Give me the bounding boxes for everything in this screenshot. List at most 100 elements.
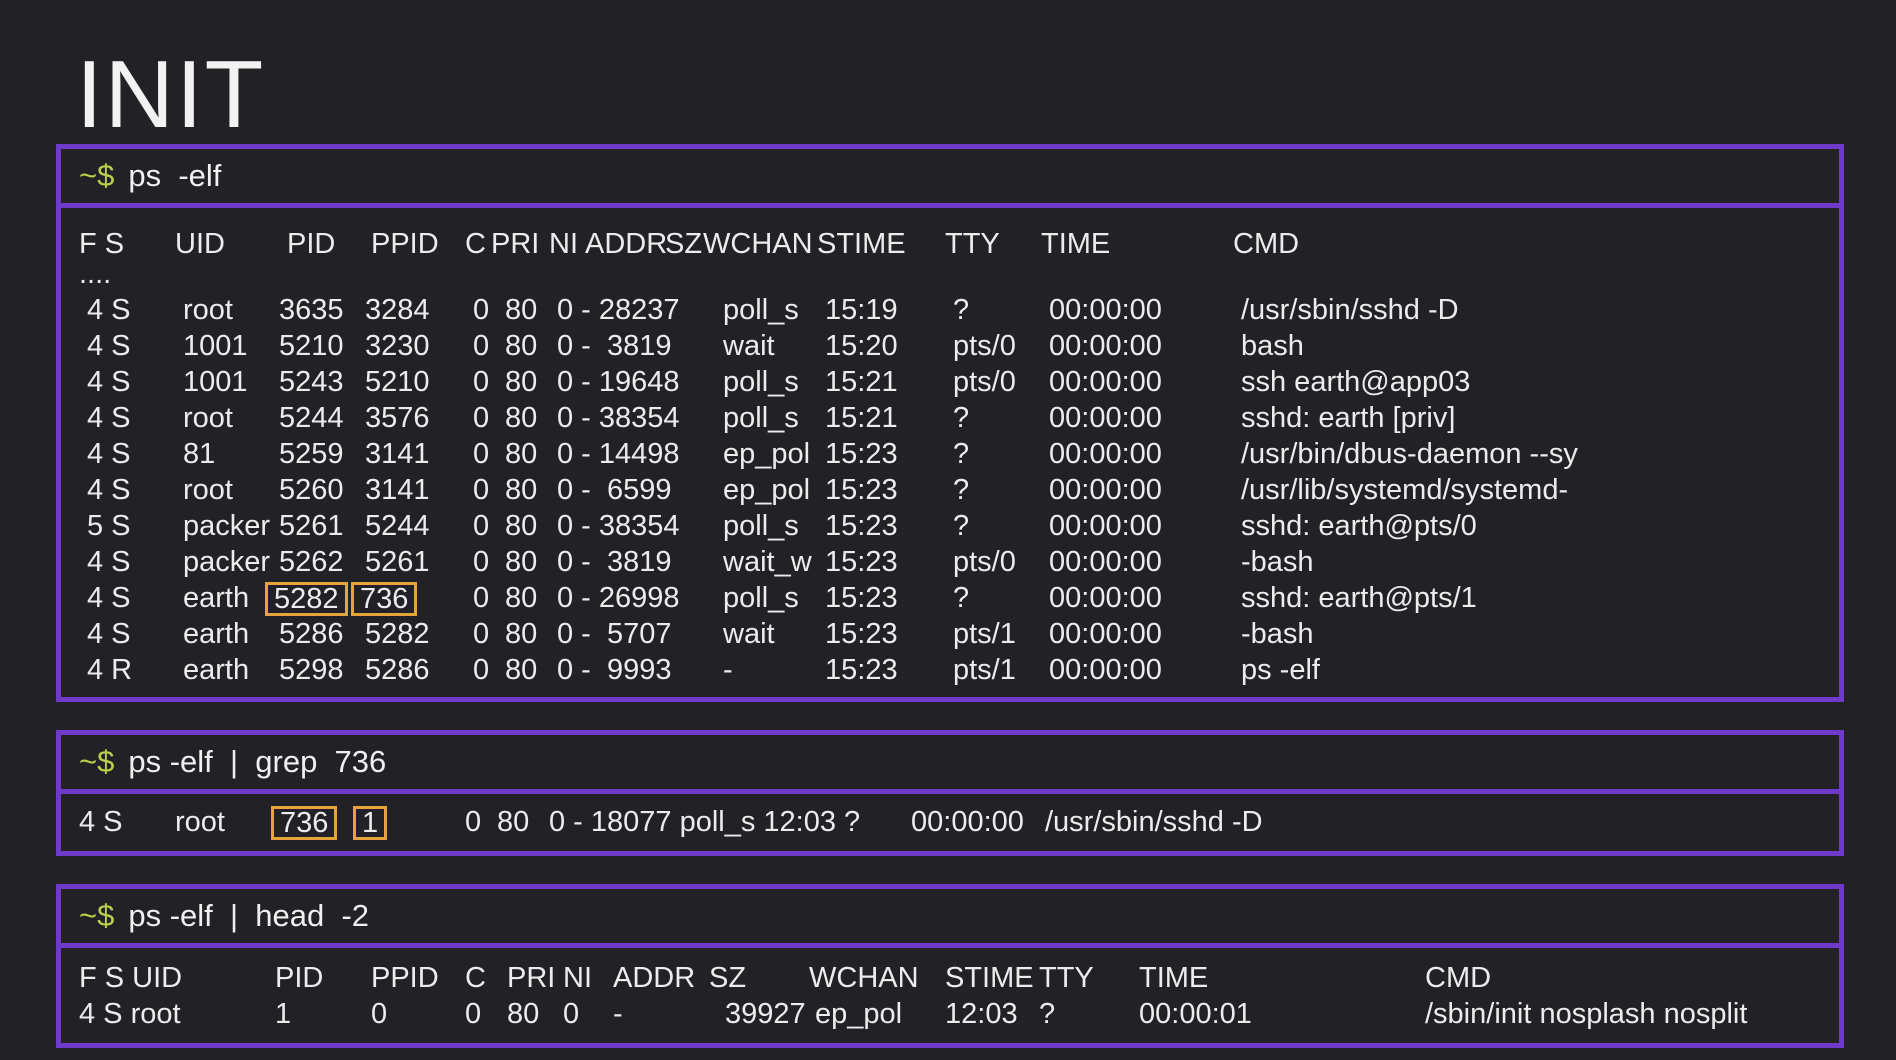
cell-cmd: /usr/sbin/sshd -D (1045, 806, 1263, 838)
table-row: 4 S 1001 5210 3230 0 80 0 - 3819 wait 15:20 pts/0… (61, 328, 1839, 364)
highlighted-ppid: 1 (353, 806, 388, 840)
cell-cmd: bash (1241, 330, 1304, 362)
cell-wchan: ep_pol (723, 474, 811, 506)
cell-time: 00:00:00 (1049, 402, 1162, 434)
cell-cmd: ps -elf (1241, 654, 1320, 686)
cell-ppid: 5244 (365, 510, 430, 542)
cell-wchan: poll_s (723, 582, 799, 614)
cell-wchan: ep_pol (723, 438, 811, 470)
cell-pri: 80 (505, 582, 538, 614)
cell-fs: 4 S (87, 618, 131, 650)
highlighted-pid: 5282 (265, 582, 348, 616)
cell-time: 00:00:00 (1049, 654, 1162, 686)
header-tty: TTY (1039, 962, 1094, 994)
cell-pri: 80 (505, 402, 538, 434)
header-pri: PRI (507, 962, 556, 994)
cell-tty: pts/0 (953, 546, 1016, 578)
cell-time: 00:00:00 (1049, 438, 1162, 470)
cell-c: 0 (465, 998, 482, 1030)
cell-cmd: /usr/sbin/sshd -D (1241, 294, 1459, 326)
table-row: 4 S root 3635 3284 0 80 0 - 28237 poll_s 15:19? 0… (61, 292, 1839, 328)
cell-uid: earth (183, 618, 250, 650)
header-time: TIME (1139, 962, 1209, 994)
cell-tty: ? (953, 510, 970, 542)
cell-uid: 81 (183, 438, 216, 470)
cell-pid: 5259 (279, 438, 344, 470)
table-row: 4 S root 5260 3141 0 80 0 - 6599 ep_pol 15:23? 00… (61, 472, 1839, 508)
cell-time: 00:00:00 (1049, 330, 1162, 362)
command-bar: ~$ ps -elf (56, 144, 1844, 208)
cell-time: 00:00:00 (1049, 618, 1162, 650)
command-output: 4 S root 736 1 0 80 0 - 18077 poll_s 12:… (56, 794, 1844, 856)
grep-panel: ~$ ps -elf | grep 736 4 S root 736 1 0 8… (56, 730, 1844, 856)
cell-ni-addr-sz: 0 - 5707 (557, 618, 672, 650)
header-addr: ADDR (613, 962, 696, 994)
cell-wchan: wait (723, 618, 775, 650)
cell-pri: 80 (505, 366, 538, 398)
cell-ppid: 3284 (365, 294, 430, 326)
cell-wchan: poll_s (723, 402, 799, 434)
cell-fs: 4 S (87, 294, 131, 326)
ellipsis-row: .... (61, 256, 1839, 292)
cell-c: 0 (473, 330, 490, 362)
cell-pri: 80 (505, 474, 538, 506)
header-fs-uid: F S UID (79, 962, 183, 994)
cell-time: 00:00:00 (1049, 294, 1162, 326)
table-row: 4 S earth 5286 5282 0 80 0 - 5707 wait 15:23 pts/… (61, 616, 1839, 652)
cell-ni-addr-sz: 0 - 38354 (557, 402, 680, 434)
head-panel: ~$ ps -elf | head -2 F S UID PID PPID C … (56, 884, 1844, 1048)
cell-c: 0 (473, 402, 490, 434)
cell-time: 00:00:00 (1049, 366, 1162, 398)
cell-ppid: 3576 (365, 402, 430, 434)
prompt: ~$ (79, 744, 115, 779)
cell-pri: 80 (505, 438, 538, 470)
command-text: ps -elf | grep 736 (128, 744, 387, 779)
ellipsis: .... (79, 258, 112, 290)
cell-fs: 4 S (87, 438, 131, 470)
cell-stime: 15:23 (825, 654, 898, 686)
cell-pid: 1 (275, 998, 292, 1030)
cell-wchan: poll_s (723, 510, 799, 542)
cell-ni-addr-sz: 0 - 3819 (557, 330, 672, 362)
cell-uid: root (175, 806, 225, 838)
cell-tty: ? (953, 438, 970, 470)
cell-ppid: 5210 (365, 366, 430, 398)
cell-c: 0 (473, 546, 490, 578)
cell-wchan: poll_s (723, 366, 799, 398)
cell-uid: packer (183, 510, 271, 542)
ps-elf-panel: ~$ ps -elf F S UID PID PPID C PRI NI ADD… (56, 144, 1844, 702)
cell-ni: 0 (563, 998, 580, 1030)
cell-tty: pts/1 (953, 654, 1016, 686)
highlighted-ppid: 736 (351, 582, 418, 616)
cell-stime: 15:23 (825, 618, 898, 650)
cell-pri: 80 (507, 998, 540, 1030)
cell-ni-addr-sz: 0 - 14498 (557, 438, 680, 470)
cell-ni-addr-sz: 0 - 6599 (557, 474, 672, 506)
cell-pri: 80 (505, 330, 538, 362)
cell-ni-addr-sz: 0 - 26998 (557, 582, 680, 614)
cell-c: 0 (465, 806, 482, 838)
command-output: F S UID PID PPID C PRI NI ADDR SZ WCHAN … (56, 208, 1844, 702)
cell-tty: ? (953, 474, 970, 506)
cell-cmd: /sbin/init nosplash nosplit (1425, 998, 1748, 1030)
cell-tty: ? (1039, 998, 1056, 1030)
cell-tty: pts/0 (953, 330, 1016, 362)
table-row: 4 S 1001 5243 5210 0 80 0 - 19648 poll_s 15:21 pt… (61, 364, 1839, 400)
page-title: INIT (76, 41, 266, 148)
header-ppid: PPID (371, 962, 439, 994)
table-row: 4 S root 1 0 0 80 0 - 39927 ep_pol 12:03… (61, 996, 1839, 1032)
cell-uid: 1001 (183, 330, 248, 362)
cell-ppid: 5286 (365, 654, 430, 686)
cell-wchan: wait (723, 330, 775, 362)
cell-fs-uid: 4 S root (79, 998, 181, 1030)
cell-pri: 80 (505, 294, 538, 326)
command-output: F S UID PID PPID C PRI NI ADDR SZ WCHAN … (56, 948, 1844, 1048)
cell-cmd: sshd: earth [priv] (1241, 402, 1456, 434)
cell-pri: 80 (505, 510, 538, 542)
cell-c: 0 (473, 654, 490, 686)
command-bar: ~$ ps -elf | head -2 (56, 884, 1844, 948)
cell-ppid: 0 (371, 998, 388, 1030)
cell-time: 00:00:00 (1049, 474, 1162, 506)
cell-fs: 5 S (87, 510, 131, 542)
cell-tty: ? (953, 294, 970, 326)
